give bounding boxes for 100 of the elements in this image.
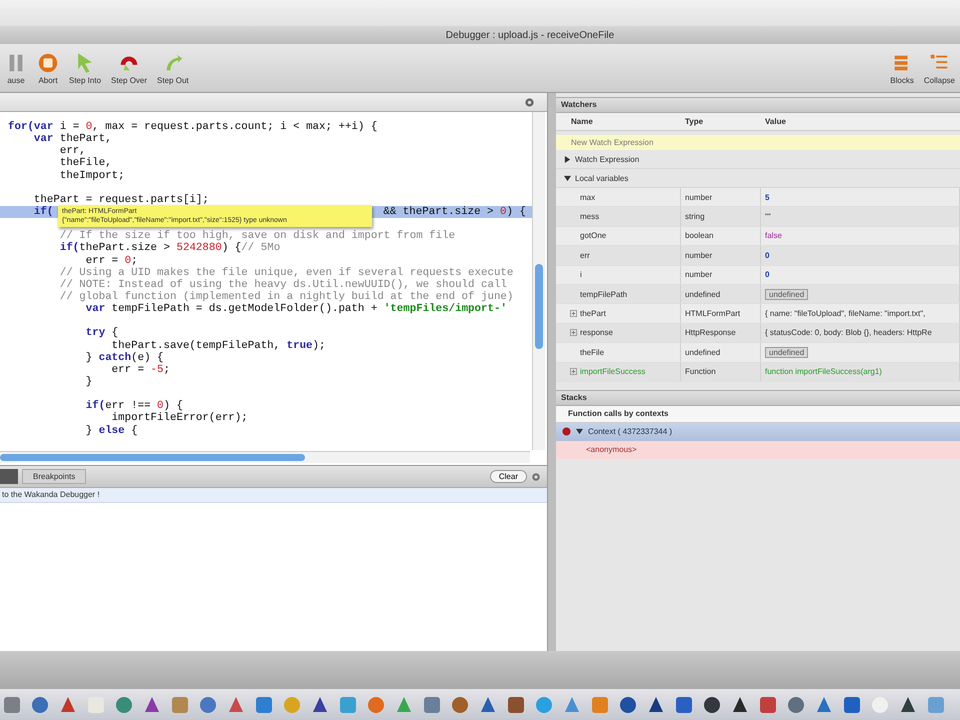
variable-value: function importFileSuccess(arg1) bbox=[765, 367, 882, 376]
function-name: <anonymous> bbox=[586, 444, 637, 454]
code-line: err, bbox=[58, 145, 86, 158]
variable-value: undefined bbox=[765, 288, 808, 300]
variable-row[interactable]: i number 0 bbox=[556, 266, 960, 285]
variable-value: { statusCode: 0, body: Blob {}, headers: HttpRe bbox=[765, 328, 932, 338]
app-icon[interactable] bbox=[730, 694, 750, 714]
error-dot-icon bbox=[562, 427, 571, 436]
panel-title: Watchers bbox=[561, 100, 597, 109]
variable-name: tempFilePath bbox=[580, 290, 628, 299]
variable-type: HTMLFormPart bbox=[681, 304, 761, 323]
variable-row[interactable]: tempFilePath undefined undefined bbox=[556, 284, 960, 304]
vertical-scrollbar[interactable] bbox=[532, 112, 545, 450]
horizontal-scrollbar[interactable] bbox=[0, 451, 530, 463]
app-icon[interactable] bbox=[310, 694, 330, 714]
variable-row[interactable]: response HttpResponse { statusCode: 0, body: Blob {}, headers: HttpRe bbox=[556, 324, 960, 344]
variable-value: undefined bbox=[765, 346, 808, 358]
code-line: if(err !== 0) { bbox=[84, 400, 183, 412]
variable-row[interactable]: importFileSuccess Function function importFileSuccess(arg1) bbox=[556, 362, 960, 382]
code-line: // If the size if too high, save on disk and import from file bbox=[58, 230, 456, 242]
code-line: theImport; bbox=[58, 170, 126, 182]
group-label: Watch Expression bbox=[575, 154, 640, 164]
variable-name: err bbox=[580, 250, 590, 260]
context-row[interactable]: Context ( 4372337344 ) bbox=[556, 422, 960, 441]
expand-icon[interactable] bbox=[570, 368, 577, 376]
app-icon[interactable] bbox=[478, 694, 498, 714]
variable-value: 0 bbox=[765, 270, 770, 280]
column-header[interactable]: Value bbox=[761, 117, 960, 126]
step-over-button[interactable]: Step Over bbox=[106, 50, 152, 86]
stack-frame-row[interactable]: <anonymous> bbox=[556, 440, 960, 459]
variable-value: false bbox=[765, 231, 782, 240]
code-line: try { bbox=[84, 327, 120, 340]
variable-type: Function bbox=[681, 362, 761, 381]
disclosure-triangle-icon[interactable] bbox=[576, 428, 583, 436]
code-line: var thePart, bbox=[32, 133, 113, 146]
variable-name: theFile bbox=[580, 348, 604, 357]
breakpoints-tab[interactable]: Breakpoints bbox=[22, 469, 86, 484]
variable-name: importFileSuccess bbox=[580, 367, 646, 376]
code-line: // global function (implemented in a nightly build at the end of june) bbox=[58, 290, 514, 303]
code-line: err = -5; bbox=[110, 364, 171, 376]
app-icon[interactable] bbox=[702, 694, 722, 714]
column-header[interactable]: Name bbox=[556, 117, 681, 126]
code-line: thePart.save(tempFilePath, true); bbox=[110, 340, 326, 352]
subheader-text: Function calls by contexts bbox=[568, 408, 668, 418]
pause-button[interactable]: ause bbox=[0, 50, 32, 86]
settings-icon[interactable] bbox=[531, 472, 541, 482]
variable-type: number bbox=[681, 266, 761, 284]
variable-type: number bbox=[681, 246, 761, 265]
code-editor[interactable] bbox=[0, 112, 547, 465]
app-icon[interactable] bbox=[506, 694, 526, 714]
variable-name: thePart bbox=[580, 309, 606, 318]
collapse-button[interactable]: Collapse bbox=[918, 50, 960, 86]
variable-type: undefined bbox=[681, 284, 761, 304]
clear-button[interactable]: Clear bbox=[490, 470, 527, 483]
app-icon[interactable] bbox=[646, 694, 666, 714]
expand-icon[interactable] bbox=[570, 310, 577, 318]
step-into-button[interactable]: Step Into bbox=[64, 50, 106, 86]
step-into-icon bbox=[77, 52, 94, 74]
app-icon[interactable] bbox=[898, 694, 918, 714]
code-line: } bbox=[84, 376, 94, 388]
new-watch-expression-row[interactable]: New Watch Expression bbox=[556, 135, 960, 150]
variable-name: mess bbox=[580, 212, 600, 222]
variable-type: undefined bbox=[681, 343, 761, 362]
variable-row[interactable]: thePart HTMLFormPart { name: "fileToUpload", fileName: "import.txt", bbox=[556, 304, 960, 324]
code-line: thePart = request.parts[i]; bbox=[32, 194, 210, 206]
disclosure-triangle-icon[interactable] bbox=[564, 156, 571, 162]
context-label: Context ( 4372337344 ) bbox=[588, 427, 672, 436]
placeholder-text: New Watch Expression bbox=[571, 138, 654, 147]
variable-type: string bbox=[681, 207, 761, 226]
variable-value: 0 bbox=[765, 250, 770, 260]
step-out-button[interactable]: Step Out bbox=[152, 50, 194, 86]
code-line: if(thePart.size > 5242880) {// 5Mo bbox=[58, 242, 282, 255]
variable-value: 5 bbox=[765, 192, 770, 202]
variable-name: response bbox=[580, 328, 613, 338]
code-line: } catch(e) { bbox=[84, 352, 165, 364]
column-header[interactable]: Type bbox=[681, 117, 761, 126]
stop-icon bbox=[37, 52, 59, 74]
expand-icon[interactable] bbox=[570, 329, 577, 336]
variable-row[interactable]: gotOne boolean false bbox=[556, 226, 960, 246]
variable-row[interactable]: err number 0 bbox=[556, 246, 960, 266]
app-icon[interactable] bbox=[142, 694, 162, 714]
variable-row[interactable]: mess string "" bbox=[556, 207, 960, 227]
variable-row[interactable]: theFile undefined undefined bbox=[556, 343, 960, 363]
code-line: theFile, bbox=[58, 157, 113, 170]
code-line: err = 0; bbox=[84, 254, 139, 267]
console-message: to the Wakanda Debugger ! bbox=[0, 488, 547, 503]
variable-type: boolean bbox=[681, 226, 761, 246]
app-icon[interactable] bbox=[618, 694, 638, 714]
group-row[interactable]: Watch Expression bbox=[556, 150, 960, 169]
abort-button[interactable]: Abort bbox=[32, 50, 64, 86]
variable-row[interactable]: max number 5 bbox=[556, 188, 960, 208]
variable-name: max bbox=[580, 192, 596, 202]
code-line: for(var i = 0, max = request.parts.count; i < max; ++i) { bbox=[7, 121, 378, 133]
panel-title: Stacks bbox=[561, 392, 587, 402]
code-line: // NOTE: Instead of using the heavy ds.Util.newUUID(), we should call bbox=[58, 278, 508, 291]
disclosure-triangle-icon[interactable] bbox=[564, 174, 571, 182]
settings-icon[interactable] bbox=[524, 96, 535, 108]
variable-name: gotOne bbox=[580, 231, 606, 240]
variable-type: HttpResponse bbox=[681, 324, 761, 342]
blocks-button[interactable]: Blocks bbox=[885, 50, 919, 86]
